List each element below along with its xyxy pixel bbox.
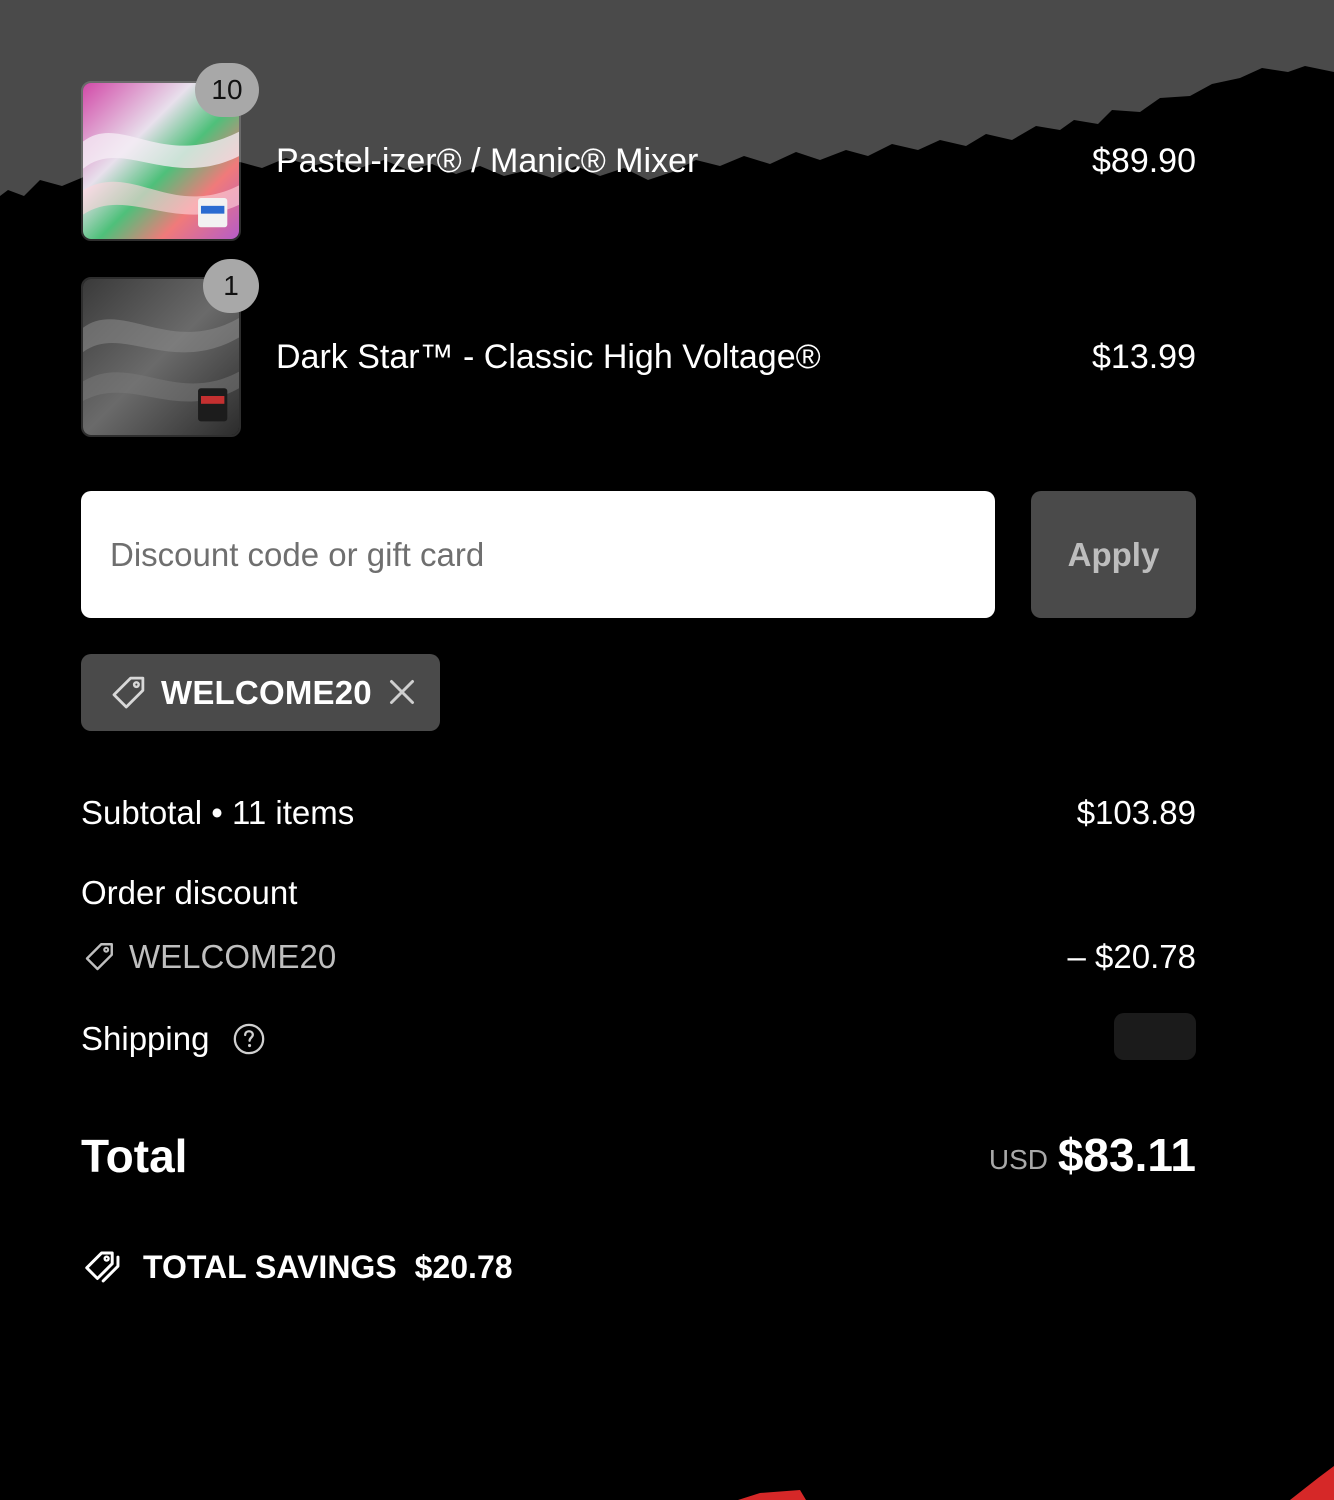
discount-code-line: WELCOME20 xyxy=(81,938,336,976)
discount-code-name: WELCOME20 xyxy=(129,938,337,975)
product-name: Dark Star™ - Classic High Voltage® xyxy=(276,338,821,376)
double-tag-icon xyxy=(85,1251,120,1283)
line-item: 10 Pastel-izer® / Manic® Mixer $89.90 xyxy=(81,63,1196,241)
total-savings: TOTAL SAVINGS $20.78 xyxy=(81,1244,513,1290)
tag-icon xyxy=(112,676,145,708)
question-circle-icon xyxy=(233,1023,265,1055)
discount-amount: – $20.78 xyxy=(1067,938,1196,975)
shipping-help-button[interactable] xyxy=(232,1022,266,1056)
tag-icon xyxy=(85,943,113,971)
apply-button[interactable]: Apply xyxy=(1031,491,1196,618)
remove-discount-button[interactable] xyxy=(384,674,420,710)
order-summary: 10 Pastel-izer® / Manic® Mixer $89.90 1 … xyxy=(0,0,1334,1500)
subtotal-value: $103.89 xyxy=(1076,794,1196,831)
product-price: $13.99 xyxy=(1092,338,1196,376)
close-icon xyxy=(390,680,414,704)
subtotal-label: Subtotal • 11 items xyxy=(81,794,355,831)
quantity-badge: 1 xyxy=(203,259,259,313)
line-item: 1 Dark Star™ - Classic High Voltage® $13… xyxy=(81,259,1196,437)
discount-code-input[interactable] xyxy=(81,491,995,618)
shipping-label: Shipping xyxy=(81,1020,210,1057)
savings-label: TOTAL SAVINGS xyxy=(143,1248,397,1285)
total-label: Total xyxy=(81,1130,188,1182)
total-currency: USD xyxy=(988,1144,1048,1175)
product-price: $89.90 xyxy=(1092,142,1196,180)
product-name: Pastel-izer® / Manic® Mixer xyxy=(276,142,699,180)
total-amount: $83.11 xyxy=(1057,1129,1196,1181)
applied-code-label: WELCOME20 xyxy=(161,673,372,711)
savings-amount: $20.78 xyxy=(414,1248,513,1285)
applied-discount-chip: WELCOME20 xyxy=(81,654,440,731)
quantity-badge: 10 xyxy=(195,63,259,117)
shipping-value-placeholder xyxy=(1114,1013,1196,1060)
order-discount-label: Order discount xyxy=(81,874,298,911)
